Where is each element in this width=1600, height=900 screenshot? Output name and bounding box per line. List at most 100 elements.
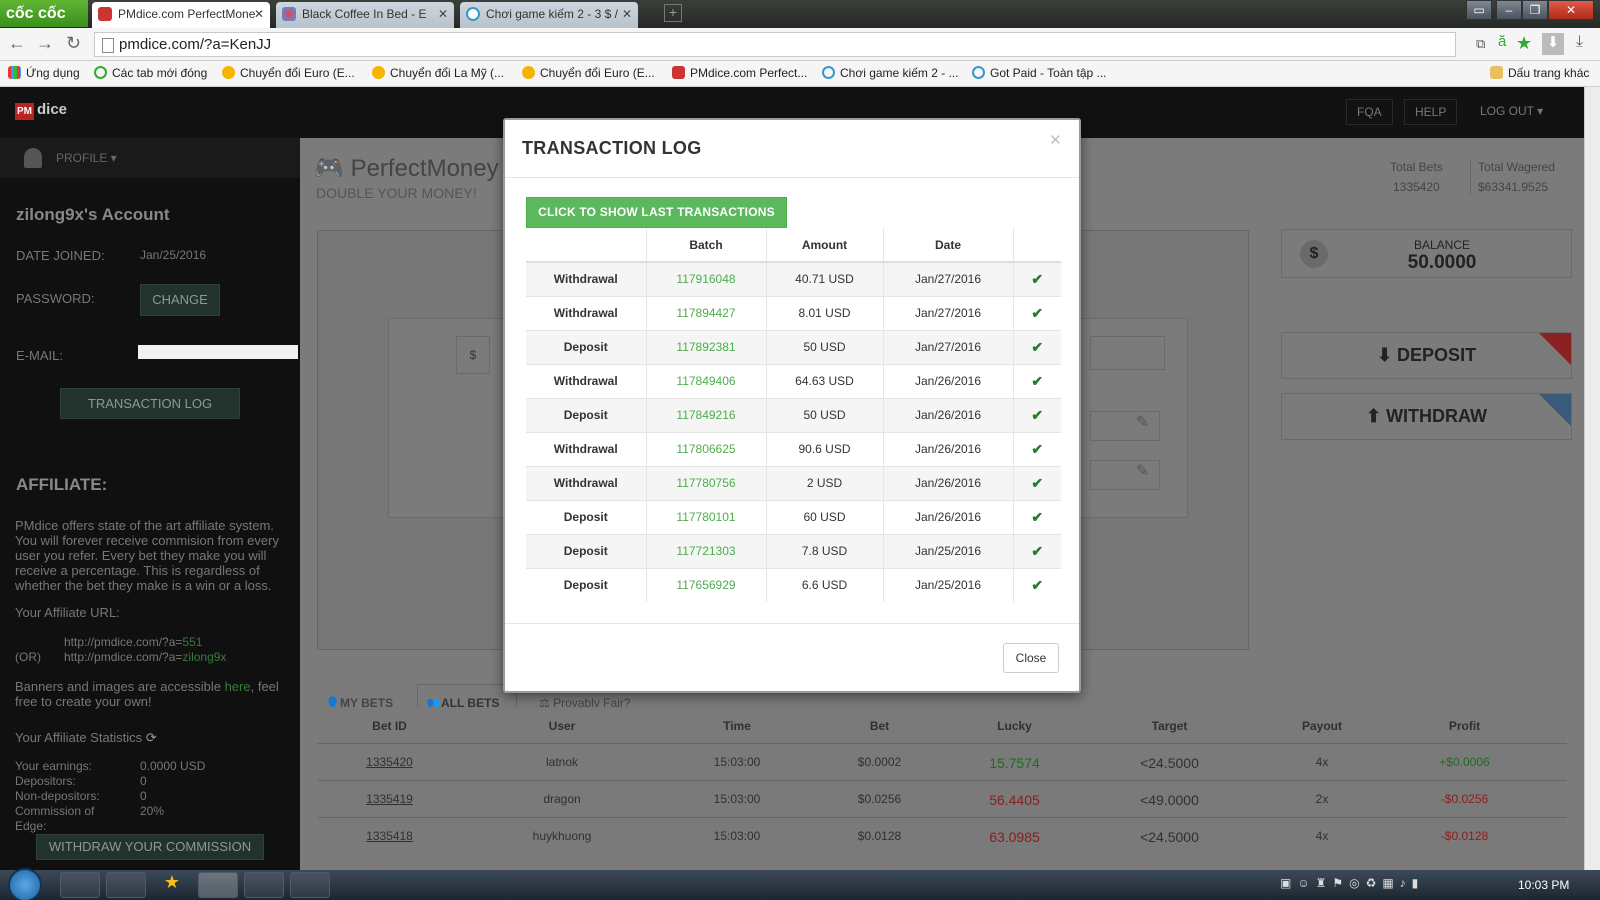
modal-close-button[interactable]: Close xyxy=(1003,643,1059,673)
bookmark-other[interactable]: Dấu trang khác xyxy=(1490,66,1589,80)
transaction-amount: 2 USD xyxy=(765,465,883,500)
bet-id[interactable]: 1335418 xyxy=(317,829,462,843)
translate-icon[interactable]: ⧉ xyxy=(1476,36,1485,52)
sidebar: PROFILE ▾ zilong9x's Account DATE JOINED… xyxy=(0,138,300,870)
transaction-batch[interactable]: 117916048 xyxy=(645,261,766,296)
transaction-row: Deposit 117656929 6.6 USD Jan/25/2016 ✔ xyxy=(526,567,1061,602)
close-window-icon[interactable]: ✕ xyxy=(1548,0,1594,20)
bookmark-usd[interactable]: Chuyển đổi La Mỹ (... xyxy=(372,66,504,80)
downloads-icon[interactable]: ⤓ xyxy=(1576,33,1583,51)
edit-icon[interactable]: ✎ xyxy=(1090,460,1160,490)
forward-icon[interactable]: → xyxy=(36,33,54,54)
explorer-taskbar-icon[interactable] xyxy=(60,872,100,898)
maximize-icon[interactable]: ❐ xyxy=(1522,0,1548,20)
browser-brand[interactable]: cốc cốc xyxy=(0,0,88,27)
transaction-batch[interactable]: 117894427 xyxy=(645,295,766,330)
tab-black-coffee[interactable]: Black Coffee In Bed - E ✕ xyxy=(276,2,454,28)
bookmark-recent-tabs[interactable]: Các tab mới đóng xyxy=(94,66,207,80)
stats-values: 0.0000 USD 0 0 20% xyxy=(140,759,205,819)
bookmark-pmdice[interactable]: PMdice.com Perfect... xyxy=(672,66,807,80)
refresh-icon[interactable]: ⟳ xyxy=(146,730,157,745)
history-icon xyxy=(94,66,107,79)
reload-icon[interactable]: ↻ xyxy=(66,33,81,54)
download-arrow-icon[interactable]: ⬇ xyxy=(1542,33,1564,55)
change-password-button[interactable]: CHANGE xyxy=(140,284,220,316)
transactions-header-row: Batch Amount Date xyxy=(526,228,1061,263)
transaction-batch[interactable]: 117780756 xyxy=(645,465,766,500)
media-taskbar-icon[interactable] xyxy=(106,872,146,898)
bookmark-star-icon[interactable]: ★ xyxy=(1516,33,1532,54)
transaction-type: Withdrawal xyxy=(526,261,646,296)
transaction-batch[interactable]: 117806625 xyxy=(645,431,766,466)
pmdice-favicon-icon xyxy=(98,7,112,21)
profile-menu[interactable]: PROFILE ▾ xyxy=(56,151,117,165)
edit-icon[interactable]: ✎ xyxy=(1090,411,1160,441)
new-tab-button[interactable]: + xyxy=(664,4,682,22)
site-logo[interactable]: PM dice xyxy=(15,101,67,120)
transaction-batch[interactable]: 117892381 xyxy=(645,329,766,364)
deposit-button[interactable]: ⬇ DEPOSIT xyxy=(1281,332,1572,379)
url-prefix: http://pmdice.com/?a= xyxy=(64,650,183,664)
affiliate-stats-label: Your Affiliate Statistics ⟳ xyxy=(15,730,157,746)
url-code: 551 xyxy=(182,635,203,649)
system-tray-icons[interactable]: ▣☺♜⚑◎♻▦♪▮ xyxy=(1280,876,1424,890)
transaction-type: Deposit xyxy=(526,533,646,568)
bookmark-euro-2[interactable]: Chuyển đổi Euro (E... xyxy=(522,66,655,80)
site-favicon-icon xyxy=(466,7,480,21)
close-tab-icon[interactable]: ✕ xyxy=(254,2,264,26)
help-link[interactable]: HELP xyxy=(1404,99,1458,125)
url-input[interactable]: pmdice.com/?a=KenJJ xyxy=(94,32,1456,57)
affiliate-url-1[interactable]: http://pmdice.com/?a=551 xyxy=(64,635,202,649)
close-tab-icon[interactable]: ✕ xyxy=(622,2,632,26)
star-taskbar-icon[interactable]: ★ xyxy=(152,872,192,898)
bet-lucky: 56.4405 xyxy=(989,792,1040,808)
bookmark-choi-game[interactable]: Chơi game kiếm 2 - ... xyxy=(822,66,959,80)
show-last-transactions-button[interactable]: CLICK TO SHOW LAST TRANSACTIONS xyxy=(526,197,787,228)
transaction-batch[interactable]: 117656929 xyxy=(645,567,766,602)
back-icon[interactable]: ← xyxy=(8,33,26,54)
bets-column-header: Bet xyxy=(869,719,890,733)
withdraw-commission-button[interactable]: WITHDRAW YOUR COMMISSION xyxy=(36,834,264,860)
tab-pmdice[interactable]: PMdice.com PerfectMone ✕ xyxy=(92,2,270,28)
emoji-taskbar-icon[interactable] xyxy=(290,872,330,898)
bet-input-right[interactable] xyxy=(1090,336,1165,370)
bet-id[interactable]: 1335420 xyxy=(317,755,462,769)
transaction-batch[interactable]: 117780101 xyxy=(645,499,766,534)
logout-link[interactable]: LOG OUT ▾ xyxy=(1470,99,1553,125)
banners-link[interactable]: here xyxy=(225,679,251,694)
plus-corner-icon xyxy=(1539,333,1571,365)
transaction-type: Withdrawal xyxy=(526,295,646,330)
balance-box: $ BALANCE 50.0000 xyxy=(1281,229,1572,278)
transaction-type: Deposit xyxy=(526,329,646,364)
affiliate-url-2[interactable]: http://pmdice.com/?a=zilong9x xyxy=(64,650,226,664)
faq-link[interactable]: FQA xyxy=(1346,99,1393,125)
transaction-log-button[interactable]: TRANSACTION LOG xyxy=(60,388,240,419)
modal-close-x-icon[interactable]: × xyxy=(1050,130,1061,152)
music-favicon-icon xyxy=(282,7,296,21)
minimize-icon[interactable]: – xyxy=(1496,0,1522,20)
chat-taskbar-icon[interactable] xyxy=(244,872,284,898)
withdraw-button[interactable]: ⬆ WITHDRAW xyxy=(1281,393,1572,440)
bet-id[interactable]: 1335419 xyxy=(317,792,462,806)
bookmark-got-paid[interactable]: Got Paid - Toàn tập ... xyxy=(972,66,1107,80)
transaction-row: Deposit 117721303 7.8 USD Jan/25/2016 ✔ xyxy=(526,533,1061,568)
transaction-batch[interactable]: 117849406 xyxy=(645,363,766,398)
site-title: 🎮 PerfectMoney xyxy=(314,154,499,183)
transaction-batch[interactable]: 117721303 xyxy=(645,533,766,568)
logo-badge: PM xyxy=(15,103,34,120)
transaction-amount: 7.8 USD xyxy=(765,533,883,568)
bookmark-apps[interactable]: Ứng dụng xyxy=(8,66,80,80)
total-bets-label: Total Bets xyxy=(1390,160,1443,174)
close-tab-icon[interactable]: ✕ xyxy=(438,2,448,26)
start-button-icon[interactable] xyxy=(8,868,42,900)
transaction-date: Jan/26/2016 xyxy=(882,499,1013,534)
check-icon: ✔ xyxy=(1012,295,1061,330)
spell-icon[interactable]: ă xyxy=(1498,33,1506,50)
page-scrollbar[interactable] xyxy=(1584,87,1600,870)
user-menu-icon[interactable]: ▭ xyxy=(1466,0,1492,20)
coccoc-taskbar-icon[interactable] xyxy=(198,872,238,898)
bets-column-header: Target xyxy=(1151,719,1188,733)
tab-choi-game[interactable]: Chơi game kiếm 2 - 3 $ / ✕ xyxy=(460,2,638,28)
bookmark-euro-1[interactable]: Chuyển đổi Euro (E... xyxy=(222,66,355,80)
transaction-batch[interactable]: 117849216 xyxy=(645,397,766,432)
